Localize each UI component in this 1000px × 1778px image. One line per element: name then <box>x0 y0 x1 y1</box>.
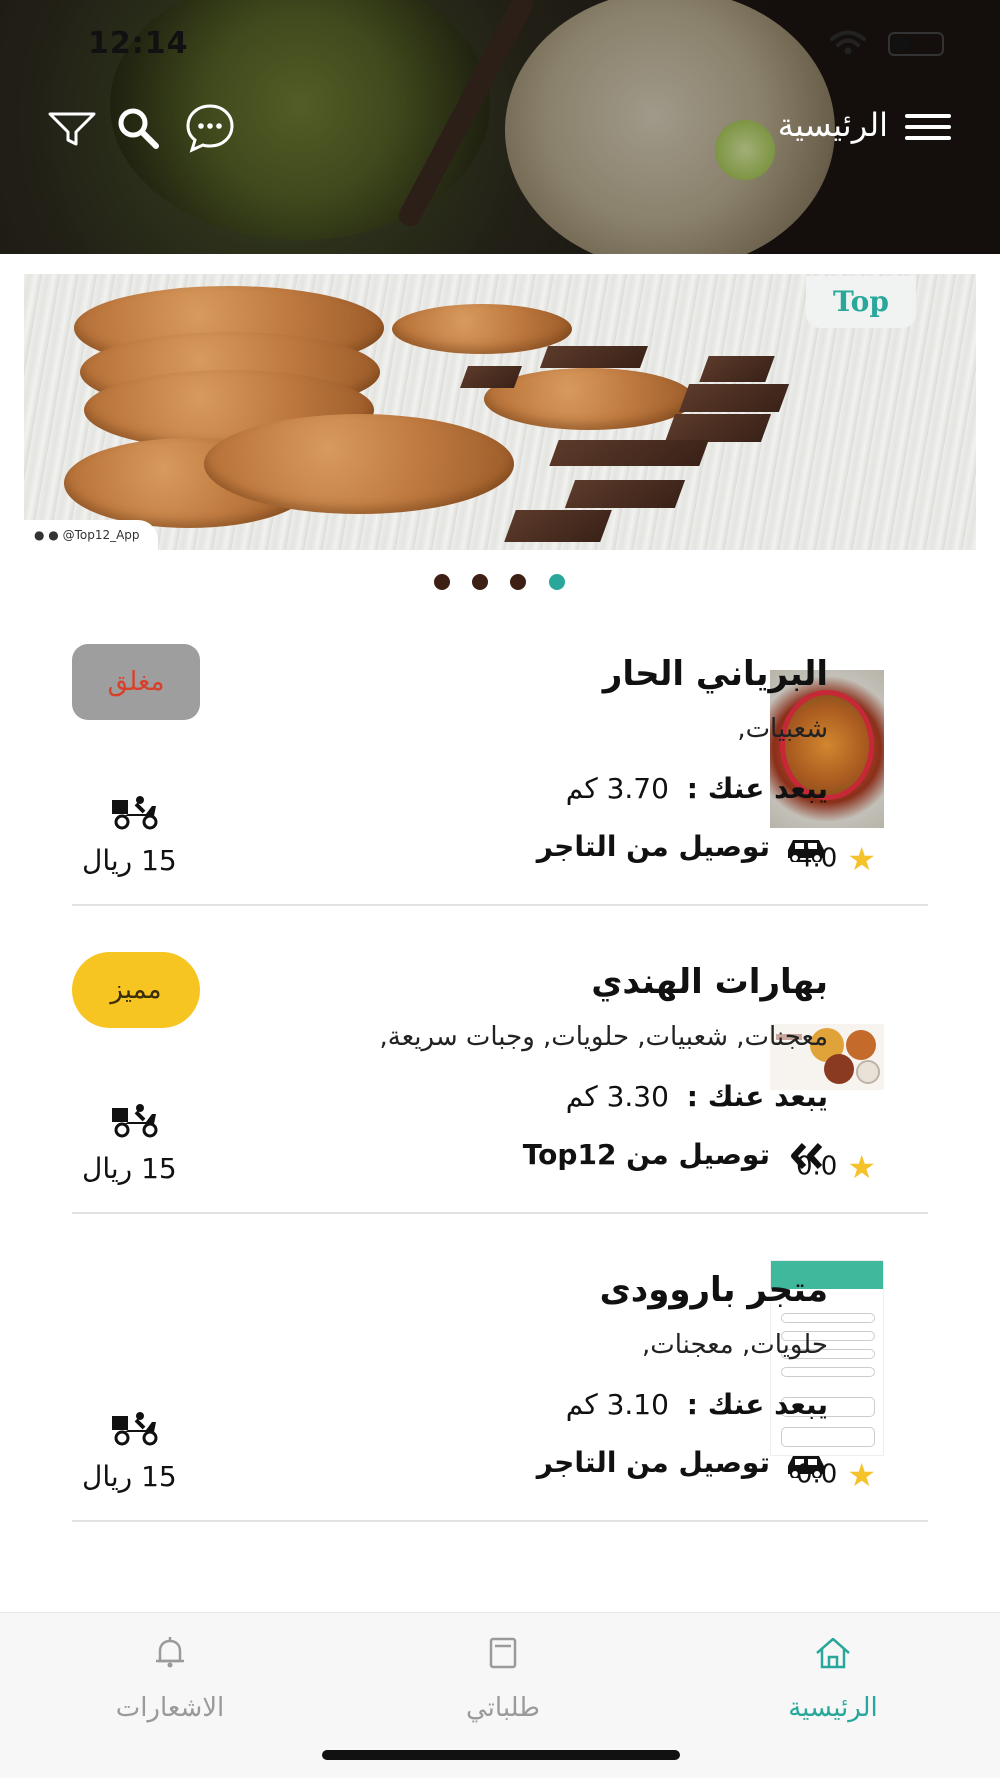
store-categories: شعبيات, <box>737 714 828 744</box>
delivery-fee: 15 ريال <box>82 844 177 877</box>
status-badge: مغلق <box>72 644 200 720</box>
search-icon[interactable] <box>110 100 166 156</box>
store-card[interactable]: مغلق البرياني الحار شعبيات, يبعد عنك : 3… <box>72 644 928 906</box>
tab-notifications-label: الاشعارات <box>115 1693 225 1723</box>
tab-home[interactable]: الرئيسية <box>733 1623 933 1743</box>
carousel-dot-active[interactable] <box>549 574 565 590</box>
delivery-scooter-icon <box>112 1412 158 1446</box>
bell-icon <box>156 1637 184 1668</box>
orders-icon <box>489 1637 517 1669</box>
store-distance: يبعد عنك : 3.30 كم <box>565 1080 828 1113</box>
tab-notifications[interactable]: الاشعارات <box>70 1623 270 1743</box>
wifi-icon <box>830 30 866 55</box>
store-card[interactable]: مميز بهارات الهندي معجنات, شعبيات, حلويا… <box>72 952 928 1214</box>
chat-icon[interactable] <box>182 100 238 156</box>
menu-icon[interactable] <box>905 112 951 142</box>
carousel-dot[interactable] <box>510 574 526 590</box>
store-rating: 0.0 ★ <box>796 1456 877 1494</box>
app-header: 12:14 الرئيسية <box>0 0 1000 254</box>
carousel-dot[interactable] <box>434 574 450 590</box>
promo-banner[interactable]: Top ● ● @Top12_App <box>24 274 976 550</box>
delivery-type: توصيل من التاجر <box>537 830 828 863</box>
store-name: بهارات الهندي <box>591 962 828 1002</box>
home-icon <box>816 1637 850 1669</box>
star-icon: ★ <box>847 840 877 878</box>
tab-home-label: الرئيسية <box>788 1693 878 1723</box>
delivery-scooter-icon <box>112 1104 158 1138</box>
status-time: 12:14 <box>88 26 189 61</box>
store-categories: معجنات, شعبيات, حلويات, وجبات سريعة, <box>379 1022 829 1052</box>
carousel-dot[interactable] <box>472 574 488 590</box>
store-name: البرياني الحار <box>602 654 828 694</box>
store-categories: حلويات, معجنات, <box>641 1330 828 1360</box>
store-distance: يبعد عنك : 3.10 كم <box>565 1388 828 1421</box>
store-rating: 0.0 ★ <box>796 1148 877 1186</box>
star-icon: ★ <box>847 1456 877 1494</box>
battery-icon <box>888 32 944 56</box>
featured-badge: مميز <box>72 952 200 1028</box>
carousel-indicator <box>0 574 1000 592</box>
delivery-type: توصيل من Top12 <box>523 1138 828 1171</box>
store-card[interactable]: متجر باروودى حلويات, معجنات, يبعد عنك : … <box>72 1260 928 1522</box>
delivery-type: توصيل من التاجر <box>537 1446 828 1479</box>
star-icon: ★ <box>847 1148 877 1186</box>
store-rating: 4.0 ★ <box>796 840 877 878</box>
filter-icon[interactable] <box>44 100 100 156</box>
social-handle: ● ● @Top12_App <box>24 520 158 550</box>
delivery-fee: 15 ريال <box>82 1460 177 1493</box>
tab-orders-label: طلباتي <box>466 1693 540 1723</box>
tab-orders[interactable]: طلباتي <box>403 1623 603 1743</box>
page-title: الرئيسية <box>777 106 888 144</box>
top-logo: Top <box>806 276 916 328</box>
store-distance: يبعد عنك : 3.70 كم <box>565 772 828 805</box>
delivery-fee: 15 ريال <box>82 1152 177 1185</box>
store-name: متجر باروودى <box>599 1270 828 1310</box>
delivery-scooter-icon <box>112 796 158 830</box>
home-indicator[interactable] <box>322 1750 680 1760</box>
